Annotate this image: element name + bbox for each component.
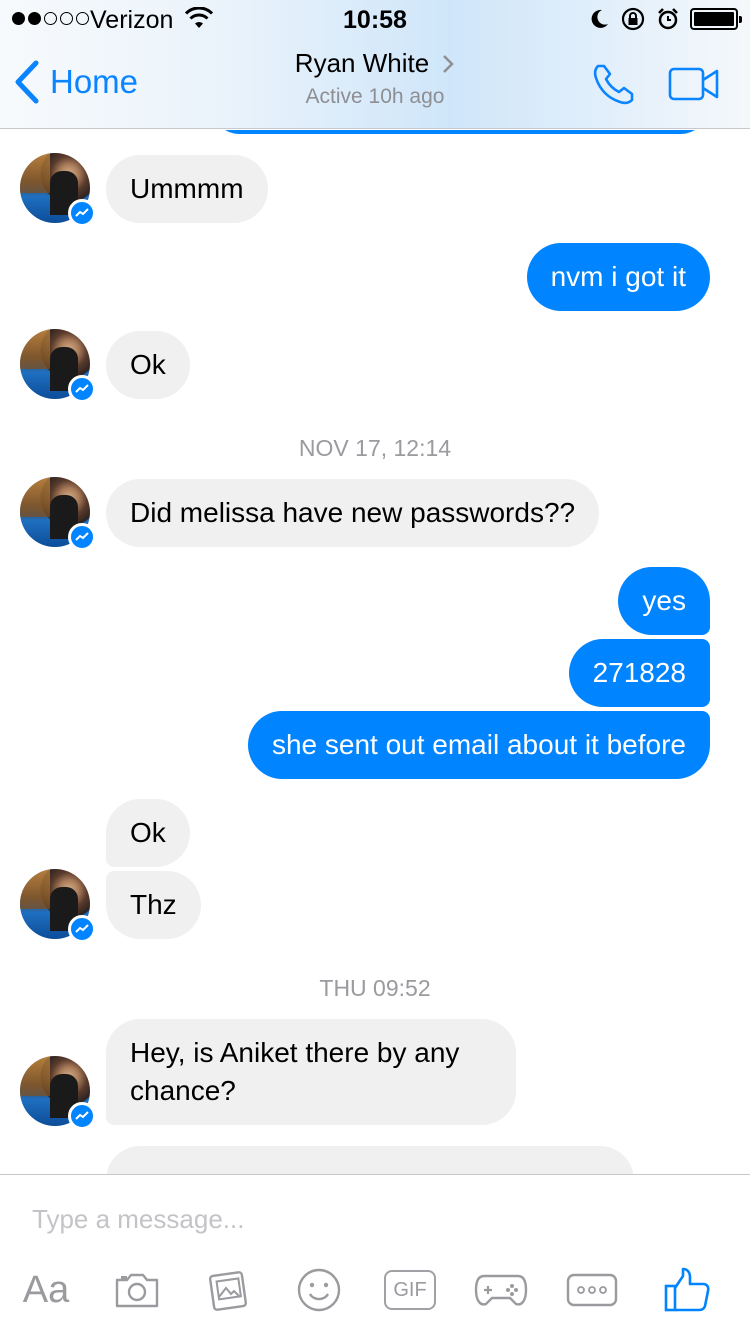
alarm-icon — [658, 8, 678, 30]
contact-avatar[interactable] — [20, 869, 96, 943]
contact-avatar[interactable] — [20, 477, 96, 551]
contact-name: Ryan White — [294, 48, 430, 78]
messenger-badge-icon — [68, 199, 96, 227]
games-icon[interactable] — [474, 1265, 528, 1315]
gif-icon[interactable]: GIF — [384, 1270, 436, 1310]
messenger-badge-icon — [68, 1102, 96, 1130]
message-bubble-incoming[interactable]: Ok — [106, 331, 190, 399]
message-bubble-outgoing[interactable]: 271828 — [568, 639, 710, 707]
battery-icon — [690, 8, 742, 30]
message-bubble-incoming[interactable]: Ok — [106, 799, 190, 867]
message-bubble-incoming[interactable]: Hey, is Aniket there by any chance? — [106, 1019, 516, 1125]
message-list[interactable]: Ummmm nvm i got it Ok NOV 17, 12:14 Did … — [0, 130, 750, 1174]
rotation-lock-icon — [621, 7, 645, 31]
thumbs-up-icon[interactable] — [662, 1265, 712, 1315]
more-icon[interactable] — [566, 1265, 618, 1315]
message-bubble-outgoing[interactable]: nvm i got it — [526, 243, 710, 311]
composer-toolbar: Aa GIF — [0, 1265, 750, 1315]
contact-avatar[interactable] — [20, 153, 96, 227]
status-bar: Verizon 10:58 — [0, 0, 750, 40]
phone-icon[interactable] — [590, 60, 638, 108]
gallery-icon[interactable] — [204, 1265, 254, 1315]
top-bar: Verizon 10:58 Home Ryan White Active 10h… — [0, 0, 750, 129]
messenger-badge-icon — [68, 523, 96, 551]
message-bubble-incoming[interactable]: Did melissa have new passwords?? — [106, 479, 600, 547]
camera-icon[interactable] — [112, 1265, 162, 1315]
message-bubble-incoming[interactable]: Ummmm — [106, 155, 268, 223]
timestamp-divider: NOV 17, 12:14 — [298, 435, 452, 461]
message-bubble-outgoing[interactable]: she sent out email about it before — [247, 711, 710, 779]
messenger-badge-icon — [68, 375, 96, 403]
composer: Aa GIF — [0, 1174, 750, 1334]
video-call-icon[interactable] — [668, 66, 720, 102]
message-bubble-incoming[interactable]: Thz — [106, 871, 201, 939]
message-bubble-outgoing[interactable]: yes — [618, 567, 710, 635]
timestamp-divider: THU 09:52 — [319, 975, 431, 1001]
message-bubble-incoming[interactable] — [106, 1146, 634, 1174]
contact-avatar[interactable] — [20, 329, 96, 403]
messenger-badge-icon — [68, 915, 96, 943]
contact-avatar[interactable] — [20, 1056, 96, 1130]
message-bubble-outgoing[interactable] — [210, 130, 710, 134]
chevron-right-icon — [443, 54, 454, 73]
do-not-disturb-icon — [591, 9, 608, 28]
text-size-icon[interactable]: Aa — [20, 1265, 72, 1315]
message-input[interactable] — [32, 1199, 722, 1239]
emoji-icon[interactable] — [294, 1265, 344, 1315]
